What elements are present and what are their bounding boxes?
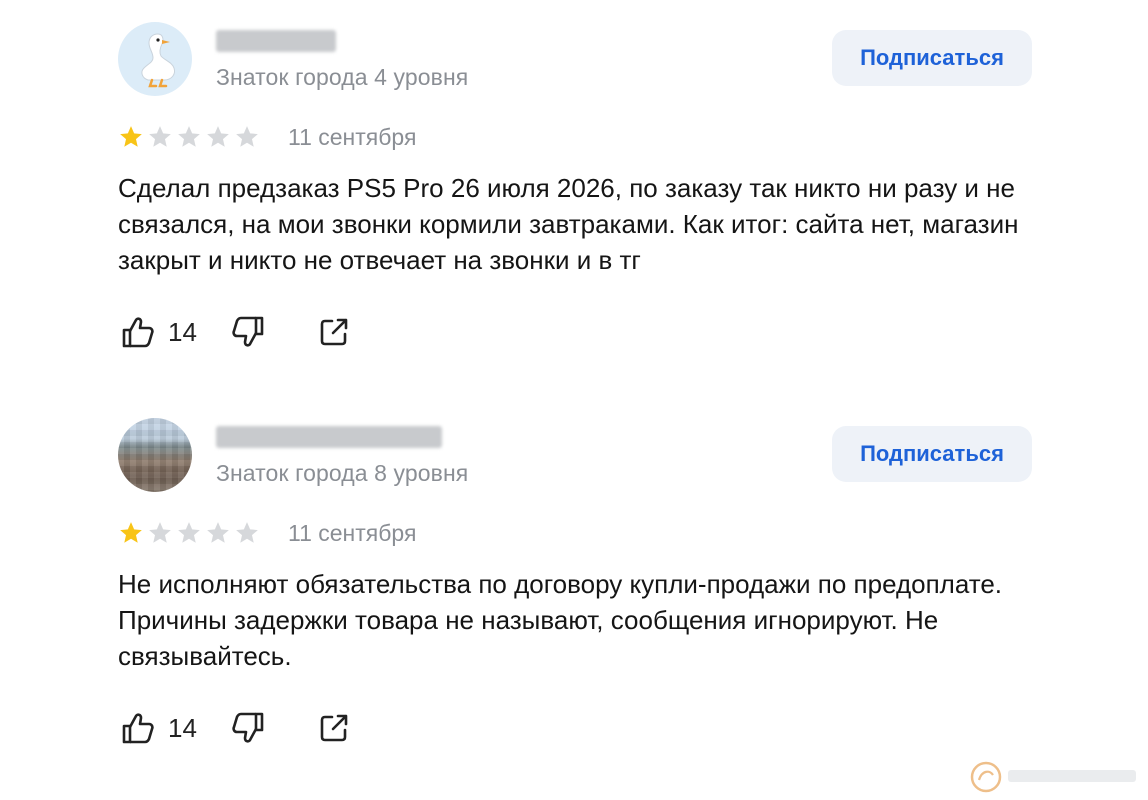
share-icon [320, 318, 348, 346]
author-name[interactable] [216, 426, 442, 448]
thumbs-up-icon [122, 713, 154, 744]
thumbs-up-icon [122, 317, 154, 348]
reviews-page: Знаток города 4 уровня Подписаться 11 се… [0, 0, 1148, 800]
share-icon [320, 714, 348, 742]
author-level: Знаток города 4 уровня [216, 64, 469, 90]
star-filled-icon [120, 522, 142, 543]
thumbs-down-icon [232, 316, 264, 347]
thumbs-down-icon [232, 712, 264, 743]
dislike-button[interactable] [228, 312, 314, 352]
dislike-button[interactable] [228, 708, 314, 748]
avatar[interactable] [118, 22, 192, 96]
subscribe-button[interactable]: Подписаться [832, 426, 1032, 482]
avatar-photo-image [118, 418, 192, 492]
review-text: Сделал предзаказ PS5 Pro 26 июля 2026, п… [118, 173, 1019, 275]
like-button[interactable]: 14 [118, 708, 228, 748]
share-button[interactable] [314, 312, 354, 352]
rating-stars [118, 124, 260, 150]
avatar[interactable] [118, 418, 192, 492]
star-empty-icon [236, 126, 258, 147]
review-actions: 14 [118, 704, 354, 752]
share-button[interactable] [314, 708, 354, 748]
author-level: Знаток города 8 уровня [216, 460, 469, 486]
star-empty-icon [149, 522, 171, 543]
review-date: 11 сентября [288, 520, 417, 546]
review-text: Не исполняют обязательства по договору к… [118, 569, 1003, 671]
author-name[interactable] [216, 30, 336, 52]
like-button[interactable]: 14 [118, 312, 228, 352]
watermark-logo [970, 761, 1136, 793]
star-empty-icon [149, 126, 171, 147]
star-empty-icon [207, 126, 229, 147]
review-date: 11 сентября [288, 124, 417, 150]
star-filled-icon [120, 126, 142, 147]
goose-icon [141, 33, 175, 88]
like-count: 14 [168, 316, 197, 347]
star-empty-icon [236, 522, 258, 543]
star-empty-icon [178, 126, 200, 147]
star-empty-icon [207, 522, 229, 543]
rating-stars [118, 520, 260, 546]
subscribe-button[interactable]: Подписаться [832, 30, 1032, 86]
like-count: 14 [168, 712, 197, 743]
star-empty-icon [178, 522, 200, 543]
review-actions: 14 [118, 308, 354, 356]
